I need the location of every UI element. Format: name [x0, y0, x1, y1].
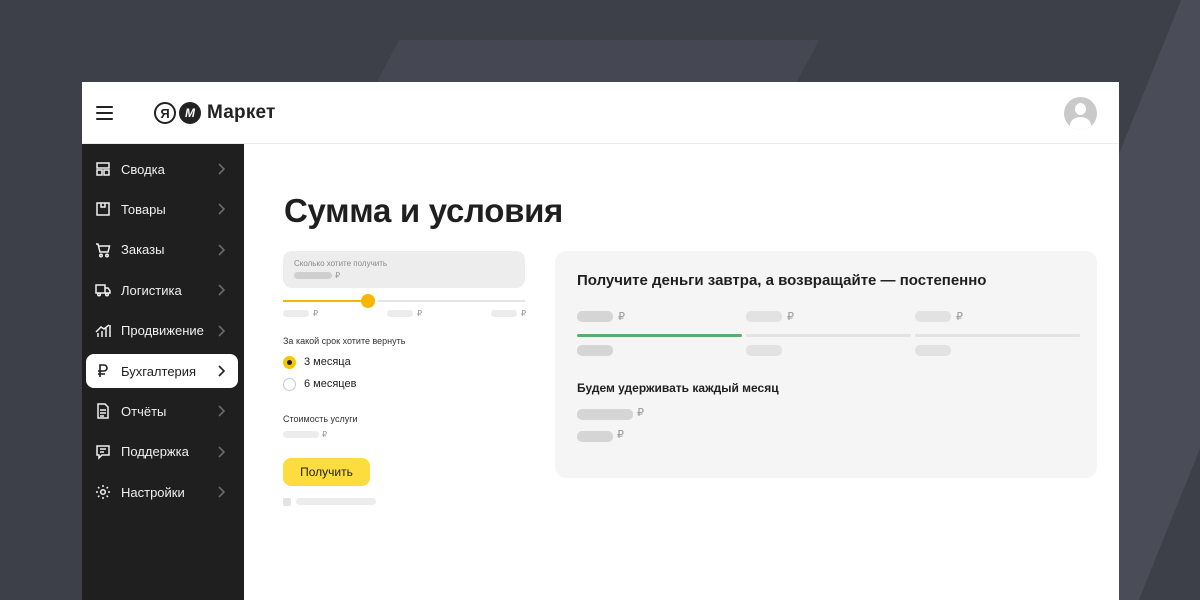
slider-track — [378, 300, 525, 302]
document-icon — [95, 403, 111, 420]
sidebar-item-7[interactable]: Отчёты — [86, 394, 238, 428]
ruble-icon — [95, 363, 111, 379]
slider-mid-tick — [387, 310, 413, 317]
sidebar-item-1[interactable]: Сводка — [86, 152, 238, 186]
monthly-hold-title: Будем удерживать каждый месяц — [577, 381, 779, 395]
radio-3-months[interactable]: 3 месяца — [283, 355, 351, 369]
chevron-right-icon — [214, 446, 228, 458]
chevron-right-icon — [214, 325, 228, 337]
sidebar-item-label: Отчёты — [121, 403, 167, 419]
sidebar-item-2[interactable]: Товары — [86, 192, 238, 226]
hold-amount-placeholder — [577, 431, 613, 442]
slider-max-tick — [491, 310, 517, 317]
sidebar-nav: Сводка Товары Заказы Логистика Продвижение Бу… — [82, 144, 244, 600]
sidebar-item-4[interactable]: Логистика — [86, 273, 238, 307]
schedule-step-1: ₽ — [577, 311, 742, 361]
box-icon — [95, 201, 111, 217]
chevron-right-icon — [214, 203, 228, 215]
schedule-step-2: ₽ — [746, 311, 911, 361]
sidebar-item-label: Бухгалтерия — [121, 363, 197, 379]
amount-value-placeholder — [294, 272, 332, 279]
hold-currency: ₽ — [617, 429, 624, 441]
chevron-right-icon — [214, 244, 228, 256]
radio-indicator — [283, 377, 296, 391]
sidebar-item-9[interactable]: Настройки — [86, 475, 238, 509]
radio-label: 6 месяцев — [304, 378, 357, 390]
yandex-market-logo[interactable]: Я M Маркет — [154, 101, 276, 125]
date-placeholder — [746, 345, 782, 356]
service-cost-label: Стоимость услуги — [283, 414, 358, 424]
amount-input[interactable]: Сколько хотите получить ₽ — [283, 251, 525, 288]
schedule-step-3: ₽ — [915, 311, 1080, 361]
repayment-info-card: Получите деньги завтра, а возвращайте — … — [555, 251, 1097, 478]
slider-fill — [283, 300, 368, 302]
schedule-currency: ₽ — [618, 311, 625, 323]
sidebar-item-label: Заказы — [121, 242, 165, 258]
chat-icon — [95, 444, 111, 460]
service-cost-placeholder — [283, 431, 319, 438]
chevron-right-icon — [214, 284, 228, 296]
sidebar-item-label: Поддержка — [121, 444, 189, 460]
date-placeholder — [915, 345, 951, 356]
app-window: Я M Маркет Сводка Товары Заказы Логистика Пр… — [82, 82, 1119, 600]
slider-thumb[interactable] — [361, 294, 375, 308]
tick-currency: ₽ — [417, 309, 423, 318]
chevron-right-icon — [214, 405, 228, 417]
period-label: За какой срок хотите вернуть — [283, 336, 406, 346]
tick-currency: ₽ — [313, 309, 319, 318]
sidebar-item-label: Логистика — [121, 282, 182, 298]
amount-placeholder — [746, 311, 782, 322]
radio-6-months[interactable]: 6 месяцев — [283, 377, 356, 391]
truck-icon — [95, 282, 111, 298]
schedule-progress-active — [577, 334, 742, 337]
sidebar-item-label: Продвижение — [121, 323, 204, 339]
hamburger-menu-icon[interactable] — [96, 106, 113, 120]
amount-placeholder — [915, 311, 951, 322]
schedule-progress — [915, 334, 1080, 337]
cart-icon — [95, 242, 111, 258]
get-money-button[interactable]: Получить — [283, 458, 370, 486]
hold-currency: ₽ — [637, 407, 644, 419]
schedule-currency: ₽ — [787, 311, 794, 323]
logo-text: Маркет — [207, 102, 276, 123]
amount-slider[interactable] — [283, 294, 525, 308]
tick-currency: ₽ — [521, 309, 527, 318]
cost-currency: ₽ — [322, 430, 328, 439]
chevron-right-icon — [214, 486, 228, 498]
amount-input-label: Сколько хотите получить — [294, 259, 388, 268]
logo-market-icon: M — [179, 102, 201, 124]
sidebar-item-label: Сводка — [121, 161, 165, 177]
sidebar-item-8[interactable]: Поддержка — [86, 435, 238, 469]
radio-label: 3 месяца — [304, 356, 351, 368]
chart-icon — [95, 323, 111, 339]
main-content: Сумма и условия Сколько хотите получить … — [244, 144, 1119, 600]
radio-indicator — [283, 355, 296, 369]
sidebar-item-6[interactable]: Бухгалтерия — [86, 354, 238, 388]
logo-ya-icon: Я — [154, 102, 176, 124]
sidebar-item-3[interactable]: Заказы — [86, 233, 238, 267]
schedule-currency: ₽ — [956, 311, 963, 323]
dashboard-icon — [95, 161, 111, 177]
sidebar-item-label: Товары — [121, 201, 166, 217]
slider-min-tick — [283, 310, 309, 317]
chevron-right-icon — [214, 163, 228, 175]
date-placeholder — [577, 345, 613, 356]
schedule-progress — [746, 334, 911, 337]
hold-amount-placeholder — [577, 409, 633, 420]
checkbox-box — [283, 497, 291, 506]
card-title: Получите деньги завтра, а возвращайте — … — [577, 272, 987, 289]
agreement-checkbox[interactable] — [283, 497, 376, 506]
gear-icon — [95, 484, 111, 500]
user-avatar[interactable] — [1064, 97, 1097, 130]
amount-placeholder — [577, 311, 613, 322]
sidebar-item-5[interactable]: Продвижение — [86, 314, 238, 348]
agreement-text-placeholder — [296, 498, 376, 505]
top-header: Я M Маркет — [82, 82, 1119, 144]
sidebar-item-label: Настройки — [121, 484, 185, 500]
chevron-right-icon — [214, 365, 228, 377]
amount-currency: ₽ — [335, 271, 341, 280]
page-title: Сумма и условия — [284, 192, 564, 229]
